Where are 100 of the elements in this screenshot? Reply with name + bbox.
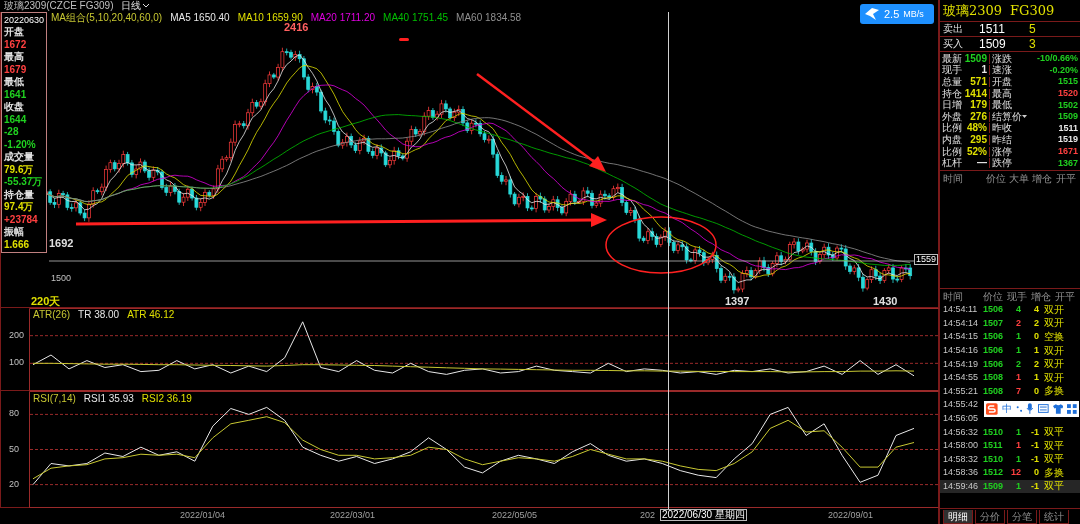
column-header: 价位 [985, 172, 1007, 184]
info-value: 79.6万 [4, 163, 35, 176]
tick-type: 双开 [1044, 318, 1064, 329]
date-label: 2022/03/01 [330, 511, 376, 520]
info-value: 开盘 [4, 26, 25, 39]
field-label: 涨停 [992, 146, 1013, 157]
tick-row[interactable]: 14:54:15 1506 1 0 空换 [940, 330, 1080, 344]
field-label: 涨跌 [992, 53, 1013, 64]
tick-volume: 1 [1015, 427, 1021, 437]
axis-label: 100 [9, 358, 25, 368]
tick-volume: 1 [1015, 373, 1021, 383]
field-value: 1515 [1056, 77, 1078, 87]
tick-volume: 4 [1015, 305, 1021, 315]
date-label: 202 [640, 511, 656, 520]
tick-price: 1512 [983, 468, 1005, 478]
tick-volume: 1 [1015, 454, 1021, 464]
panel-tab[interactable]: 统计 [1039, 510, 1069, 524]
tick-time: 14:54:14 [943, 318, 980, 328]
ime-toolbar[interactable]: 中 [984, 400, 1079, 417]
column-header: 时间 [943, 172, 964, 184]
book-quantity: 3 [1029, 38, 1036, 50]
price-label: 1397 [725, 296, 750, 307]
axis-label: 80 [9, 409, 19, 419]
contract-code: FG309 [1010, 4, 1055, 17]
chart-title: 玻璃2309(CZCE FG309) [4, 1, 114, 11]
field-value: 276 [963, 111, 990, 122]
tick-type: 多换 [1044, 386, 1064, 397]
tick-price: 1506 [983, 359, 1005, 369]
period-dropdown[interactable]: 日线 [121, 1, 150, 11]
field-label: 结算价 [992, 111, 1028, 122]
info-value: 最低 [4, 76, 25, 89]
panel-tab[interactable]: 分笔 [1007, 510, 1037, 524]
tick-row[interactable]: 14:54:55 1508 1 1 双开 [940, 370, 1080, 385]
tick-row[interactable]: 14:55:21 1508 7 0 多换 [940, 384, 1080, 399]
panel-tab[interactable]: 明细 [943, 510, 973, 524]
date-label: 2022/01/04 [180, 511, 226, 520]
field-value: — [963, 158, 990, 169]
info-value: -1.20% [4, 138, 37, 151]
tick-row[interactable]: 14:59:46 1509 1 -1 双平 [940, 479, 1080, 494]
date-label: 2022/09/01 [828, 511, 874, 520]
price-label: 2416 [284, 22, 309, 33]
indicator-label: ATR 46.12 [127, 310, 175, 320]
price-label: 1430 [873, 296, 898, 307]
field-label: 昨结 [992, 134, 1013, 145]
date-label: 2022/05/05 [492, 511, 538, 520]
tick-time: 14:54:16 [943, 346, 980, 355]
field-value: -10/0.66% [1035, 54, 1078, 64]
tick-type: 双平 [1044, 454, 1064, 465]
tick-time: 14:54:55 [943, 373, 980, 383]
tick-row[interactable]: 14:56:32 1510 1 -1 双平 [940, 425, 1080, 439]
tick-volume: 1 [1015, 332, 1021, 342]
field-label: 最低 [992, 100, 1013, 111]
tick-change: 1 [1033, 373, 1039, 383]
info-value: 最高 [4, 51, 25, 64]
tick-row[interactable]: 14:58:00 1511 1 -1 双平 [940, 438, 1080, 453]
indicator-label: MA60 1834.58 [456, 13, 522, 23]
tick-time: 14:54:15 [943, 332, 980, 342]
column-header: 大单 [1009, 172, 1030, 184]
field-label: 内盘 [942, 134, 963, 145]
info-value: 振幅 [4, 226, 25, 239]
tick-row[interactable]: 14:54:14 1507 2 2 双开 [940, 316, 1080, 331]
tick-row[interactable]: 14:58:36 1512 12 0 多换 [940, 466, 1080, 480]
tick-price: 1509 [983, 481, 1005, 491]
field-value: 1511 [1057, 123, 1078, 133]
tick-change: 0 [1033, 386, 1039, 396]
tick-type: 多换 [1044, 467, 1064, 478]
tick-change: 2 [1033, 359, 1039, 369]
field-label: 现手 [942, 65, 963, 76]
indicator-label: RSI2 36.19 [141, 394, 192, 404]
tick-type: 双开 [1044, 304, 1064, 315]
tick-change: 0 [1033, 332, 1039, 342]
tick-row[interactable]: 14:58:32 1510 1 -1 双平 [940, 452, 1080, 467]
field-label: 最高 [992, 88, 1013, 99]
field-value: 1520 [1056, 89, 1078, 99]
field-value: 1509 [963, 53, 990, 64]
tick-change: -1 [1030, 427, 1039, 437]
tick-volume: 2 [1015, 359, 1021, 369]
tick-price: 1506 [983, 332, 1005, 342]
field-label: 外盘 [942, 111, 963, 122]
info-value: 97.4万 [4, 201, 35, 214]
tick-time: 14:58:36 [943, 468, 980, 478]
tick-change: -1 [1030, 481, 1039, 491]
axis-label: 50 [9, 444, 19, 454]
ime-mode[interactable]: 中 [1001, 403, 1012, 414]
field-value: 1414 [963, 88, 990, 99]
tick-time: 14:56:32 [943, 427, 980, 437]
tick-row[interactable]: 14:54:16 1506 1 1 双开 [940, 343, 1080, 358]
field-label: 速涨 [992, 65, 1013, 76]
info-value: 1679 [4, 63, 28, 76]
tick-volume: 1 [1015, 481, 1021, 491]
book-quantity: 5 [1029, 23, 1036, 35]
book-price: 1511 [979, 23, 1006, 35]
axis-label: 200 [9, 330, 25, 340]
tick-row[interactable]: 14:54:11 1506 4 4 双开 [940, 302, 1080, 317]
indicator-label: MA组合(5,10,20,40,60,0) [51, 13, 163, 23]
tick-price: 1510 [983, 454, 1005, 464]
panel-tab[interactable]: 分价 [975, 510, 1005, 524]
tick-row[interactable]: 14:54:19 1506 2 2 双开 [940, 357, 1080, 371]
field-label: 持仓 [942, 88, 963, 99]
price-label: 220天 [31, 296, 61, 307]
